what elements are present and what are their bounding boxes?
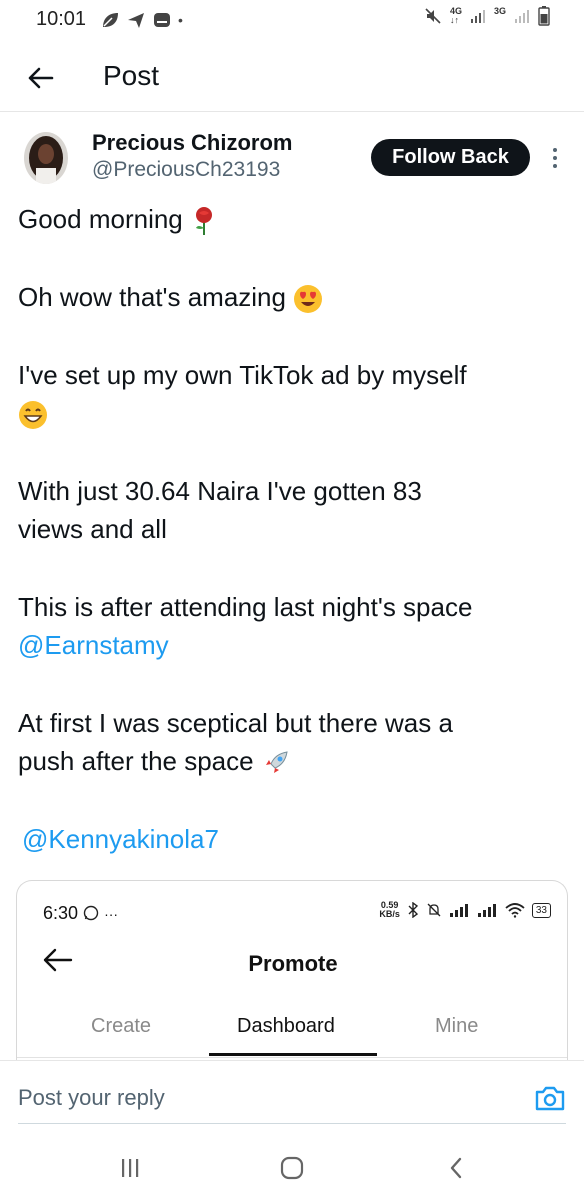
reply-bar: Post your reply: [0, 1060, 584, 1124]
post-line: views and all: [18, 514, 167, 544]
leaf-icon: [103, 13, 118, 27]
embed-tab-divider: [17, 1057, 567, 1058]
post-body: Good morning Oh wow that's amazing I've …: [18, 200, 578, 858]
camera-button[interactable]: [534, 1083, 566, 1113]
embed-status-time: 6:30 ···: [43, 903, 119, 923]
back-nav-button[interactable]: [436, 1152, 476, 1184]
post-media-image[interactable]: 6:30 ··· 0.59 KB/s 33 Promote Create Dash…: [16, 880, 568, 1060]
bell-off-icon: [427, 903, 441, 917]
post-line: This is after attending last night's spa…: [18, 592, 473, 622]
signal-icon-2: [477, 904, 496, 917]
page-title: Post: [103, 60, 160, 91]
embed-tab-mine: Mine: [435, 1015, 479, 1037]
status-right: 4G ↓↑ 3G: [424, 6, 550, 26]
embed-title: Promote: [248, 951, 338, 976]
post-line: push after the space: [18, 742, 578, 780]
avatar-image: [24, 132, 68, 184]
author-handle[interactable]: @PreciousCh23193: [92, 158, 280, 182]
status-time: 10:01: [36, 8, 87, 30]
system-nav-bar: [0, 1128, 584, 1200]
camera-icon: [535, 1086, 565, 1111]
battery-icon: 33: [531, 902, 551, 918]
embed-speed: 0.59 KB/s: [379, 900, 400, 919]
post-line: With just 30.64 Naira I've gotten 83: [18, 476, 422, 506]
embed-status-icons: 0.59 KB/s 33: [379, 901, 551, 919]
mention-kennyakinola7[interactable]: @Kennyakinola7: [18, 820, 578, 858]
notification-icons: •: [100, 10, 183, 30]
signal-icon: [470, 10, 485, 23]
post-line: [18, 394, 578, 432]
follow-back-button[interactable]: Follow Back: [371, 139, 530, 176]
top-app-bar: Post: [0, 50, 584, 112]
network-type-3g: 3G: [493, 6, 506, 16]
home-icon: [280, 1156, 304, 1180]
network-type-4g: 4G ↓↑: [449, 6, 462, 25]
battery-icon: [538, 6, 550, 26]
more-options-button[interactable]: [543, 140, 567, 176]
mute-icon: [425, 8, 441, 24]
grin-emoji-icon: [19, 401, 47, 430]
back-chevron-icon: [450, 1157, 462, 1179]
avatar[interactable]: [24, 132, 68, 184]
arrow-left-icon: [28, 67, 54, 89]
heart-eyes-emoji-icon: [294, 285, 323, 314]
embed-tab-dashboard: Dashboard: [237, 1015, 335, 1037]
wifi-icon: [505, 903, 525, 918]
bluetooth-icon: [408, 902, 418, 918]
recents-button[interactable]: [110, 1152, 150, 1184]
send-icon: [128, 13, 144, 28]
embed-tab-indicator: [209, 1053, 377, 1056]
reply-input[interactable]: Post your reply: [18, 1085, 165, 1111]
embed-tab-bar: Create Dashboard Mine: [17, 1005, 567, 1060]
home-button[interactable]: [272, 1152, 312, 1184]
message-icon: [154, 13, 170, 27]
more-vertical-icon: [553, 148, 557, 168]
status-bar: 10:01 • 4G ↓↑ 3G: [0, 0, 584, 38]
rose-emoji-icon: [196, 207, 212, 236]
post-line: Good morning: [18, 200, 578, 238]
mention-earnstamy[interactable]: @Earnstamy: [18, 626, 578, 664]
embed-tab-create: Create: [91, 1015, 152, 1037]
recents-icon: [122, 1159, 139, 1177]
signal-icon-2: [515, 10, 529, 23]
post-line: At first I was sceptical but there was a: [18, 708, 453, 738]
post-line: Oh wow that's amazing: [18, 278, 578, 316]
back-button[interactable]: [22, 60, 58, 96]
rocket-emoji-icon: [264, 751, 288, 775]
reply-underline: [18, 1123, 566, 1124]
whatsapp-icon: [83, 905, 99, 921]
post-author: Precious Chizorom @PreciousCh23193 Follo…: [0, 122, 584, 192]
author-name[interactable]: Precious Chizorom: [92, 130, 292, 156]
signal-icon: [449, 904, 468, 917]
status-dot: •: [178, 12, 183, 28]
post-line: I've set up my own TikTok ad by myself: [18, 360, 467, 390]
